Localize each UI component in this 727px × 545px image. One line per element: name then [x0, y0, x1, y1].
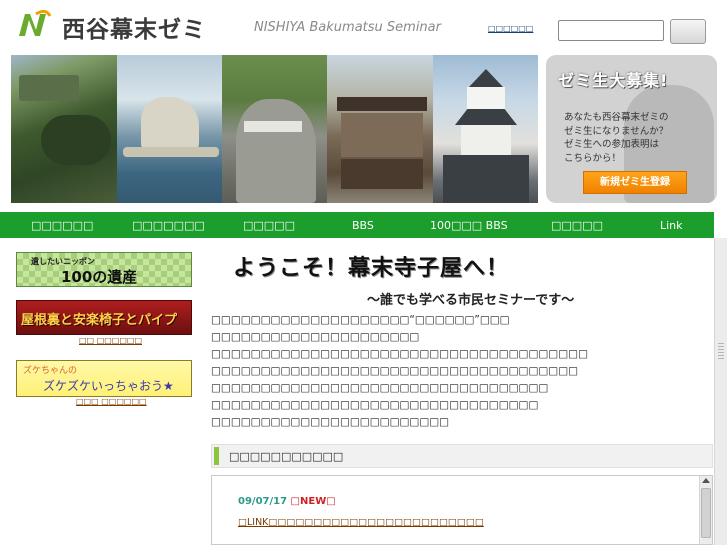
recruit-body-line: ゼミ生になりませんか？	[564, 125, 669, 137]
photo-banner	[11, 55, 538, 203]
logo-icon[interactable]	[16, 10, 52, 40]
intro-line: □□□□□□□□□□□□□□□□□□□□□□□□□□□□□□□□□	[211, 399, 539, 411]
nav-item-2[interactable]: □□□□□□□	[132, 219, 205, 232]
intro-line: □□□□□□□□□□□□□□□□□□□□□	[211, 331, 420, 343]
nav-item-1[interactable]: □□□□□□	[31, 219, 93, 232]
news-date: 09/07/17 □NEW□	[238, 496, 336, 507]
pipe-banner[interactable]: 屋根裏と安楽椅子とパイプ	[16, 300, 192, 335]
recruit-title: ゼミ生大募集!	[558, 71, 669, 90]
page-subtitle: ～誰でも学べる市民セミナーです～	[367, 293, 575, 308]
zuke-banner-caption: ズケちゃんの	[23, 366, 78, 376]
photo-castle	[433, 55, 538, 203]
heritage-banner-title: 100の遺産	[61, 268, 138, 286]
photo-old-house	[327, 55, 433, 203]
zuke-link[interactable]: □□□ □□□□□□	[76, 397, 147, 406]
news-section-title: □□□□□□□□□□□	[229, 450, 344, 463]
new-badge: □NEW□	[290, 496, 336, 507]
intro-line: □□□□□□□□□□□□□□□□□□□□□□□□	[211, 416, 450, 428]
main-nav: □□□□□□ □□□□□□□ □□□□□ BBS 100□□□ BBS □□□□…	[0, 212, 714, 238]
recruit-panel: ゼミ生大募集! あなたも西谷幕末ゼミの ゼミ生になりませんか？ ゼミ生への参加表…	[546, 55, 717, 203]
news-scroll-thumb[interactable]	[701, 488, 711, 538]
photo-castle-aerial	[11, 55, 117, 203]
intro-line: □□□□□□□□□□□□□□□□□□□□“□□□□□□”□□□	[211, 314, 510, 326]
news-date-text: 09/07/17	[238, 496, 291, 507]
photo-stone-monument	[222, 55, 327, 203]
intro-line: □□□□□□□□□□□□□□□□□□□□□□□□□□□□□□□□□□	[211, 382, 549, 394]
nav-item-100-bbs[interactable]: 100□□□ BBS	[430, 219, 508, 232]
header-top-link[interactable]: □□□□□□	[488, 24, 533, 33]
search-button[interactable]	[670, 19, 706, 44]
pipe-link[interactable]: □□ □□□□□□	[79, 336, 142, 345]
pipe-banner-title: 屋根裏と安楽椅子とパイプ	[21, 313, 178, 328]
nav-item-3[interactable]: □□□□□	[243, 219, 295, 232]
recruit-body-line: こちらから！	[564, 152, 622, 164]
photo-rock-sea	[117, 55, 222, 203]
zuke-banner-title: ズケズケいっちゃおう★	[43, 379, 174, 393]
nav-item-link[interactable]: Link	[660, 219, 683, 232]
news-section-header: □□□□□□□□□□□	[211, 444, 713, 468]
news-header-accent	[214, 447, 219, 465]
nav-item-bbs[interactable]: BBS	[352, 219, 374, 232]
recruit-body: あなたも西谷幕末ゼミの ゼミ生になりませんか？ ゼミ生への参加表明は こちらから…	[564, 111, 682, 165]
site-header: 西谷幕末ゼミ NISHIYA Bakumatsu Seminar □□□□□□	[0, 0, 727, 52]
intro-text: □□□□□□□□□□□□□□□□□□□□“□□□□□□”□□□ □□□□□□□□…	[211, 312, 711, 431]
scroll-up-arrow-icon[interactable]	[702, 478, 710, 483]
news-item-link[interactable]: □LINK□□□□□□□□□□□□□□□□□□□□□□□□	[238, 517, 484, 528]
search-input[interactable]	[558, 20, 664, 41]
site-logo-text[interactable]: 西谷幕末ゼミ	[62, 10, 206, 44]
register-button[interactable]: 新規ゼミ生登録	[583, 171, 687, 194]
scrollbar-grip[interactable]	[718, 343, 724, 359]
intro-line: □□□□□□□□□□□□□□□□□□□□□□□□□□□□□□□□□□□□□□	[211, 348, 588, 360]
recruit-body-line: ゼミ生への参加表明は	[564, 139, 660, 150]
news-list: 09/07/17 □NEW□ □LINK□□□□□□□□□□□□□□□□□□□□…	[211, 475, 713, 545]
news-scrollbar[interactable]	[699, 476, 712, 544]
heritage-banner[interactable]: 遺したいニッポン 100の遺産	[16, 252, 192, 287]
zuke-banner[interactable]: ズケちゃんの ズケズケいっちゃおう★	[16, 360, 192, 397]
site-logo-subtitle: NISHIYA Bakumatsu Seminar	[254, 20, 441, 35]
page-title: ようこそ！幕末寺子屋へ！	[233, 256, 510, 281]
page-scrollbar[interactable]	[714, 238, 727, 545]
recruit-body-line: あなたも西谷幕末ゼミの	[564, 112, 669, 123]
intro-line: □□□□□□□□□□□□□□□□□□□□□□□□□□□□□□□□□□□□□	[211, 365, 579, 377]
nav-item-6[interactable]: □□□□□	[551, 219, 603, 232]
